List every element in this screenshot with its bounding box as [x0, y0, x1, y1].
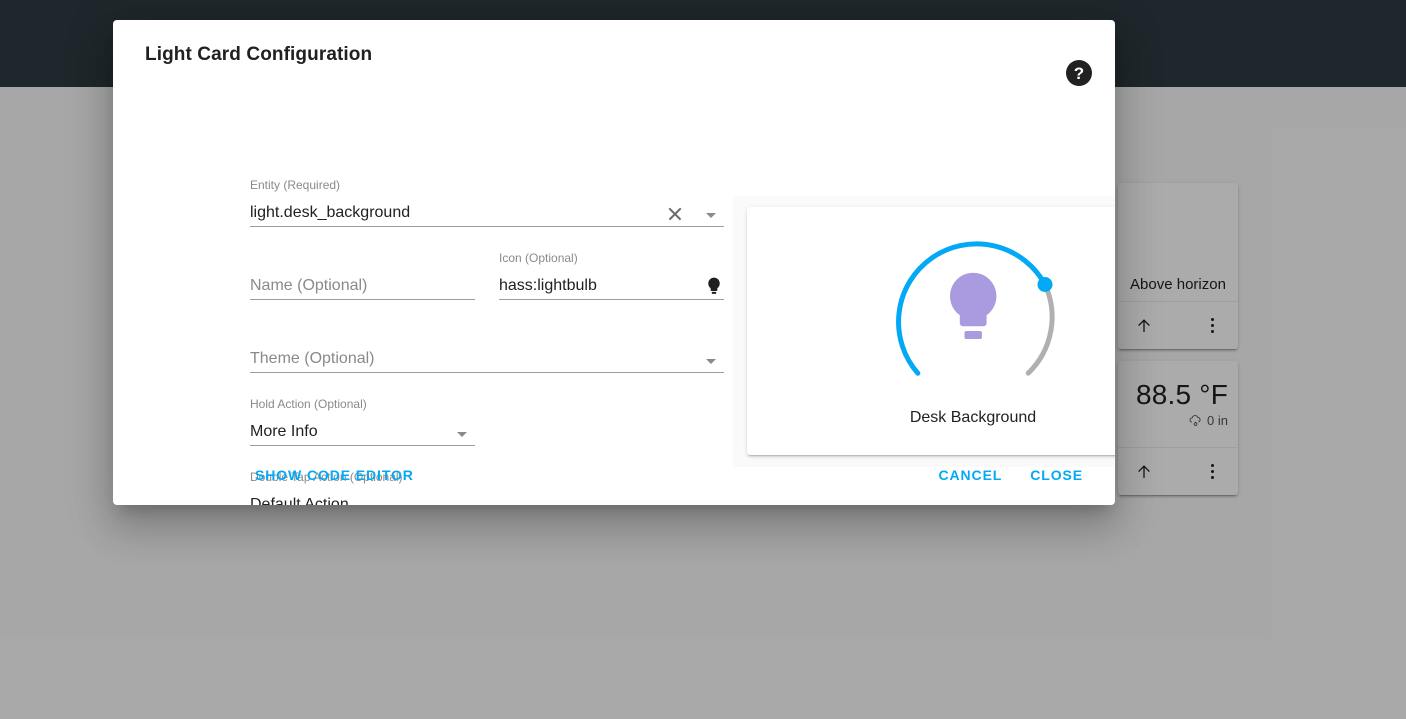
hold-action-label: Hold Action (Optional)	[250, 397, 367, 411]
show-code-editor-button[interactable]: Show Code Editor	[245, 459, 424, 491]
round-brightness-slider[interactable]	[878, 223, 1068, 413]
cancel-button[interactable]: Cancel	[929, 459, 1013, 491]
theme-field-placeholder: Theme (Optional)	[250, 350, 375, 368]
icon-field[interactable]: Icon (Optional) hass:lightbulb	[499, 268, 724, 300]
name-icon-row: Name (Optional) Icon (Optional) hass:lig…	[250, 268, 724, 300]
card-preview-panel: Desk Background	[733, 196, 1115, 467]
entity-field-value: light.desk_background	[250, 204, 410, 222]
slider-track	[1028, 285, 1052, 374]
light-card-preview[interactable]: Desk Background	[747, 207, 1115, 455]
hold-action-value: More Info	[250, 423, 318, 441]
chevron-down-icon[interactable]	[457, 432, 467, 437]
light-card-configuration-dialog: Light Card Configuration ? Entity (Requi…	[113, 20, 1115, 505]
lightbulb-icon	[950, 273, 996, 339]
dialog-header: Light Card Configuration ?	[113, 20, 1115, 90]
icon-field-value: hass:lightbulb	[499, 277, 597, 295]
lightbulb-icon	[704, 275, 724, 297]
help-icon-label: ?	[1074, 65, 1084, 82]
entity-field-label: Entity (Required)	[250, 178, 340, 192]
hold-action-field[interactable]: Hold Action (Optional) More Info	[250, 414, 475, 446]
preview-entity-name: Desk Background	[747, 409, 1115, 427]
chevron-down-icon[interactable]	[706, 359, 716, 364]
close-icon[interactable]	[666, 205, 684, 223]
dialog-content: Entity (Required) light.desk_background …	[113, 90, 1115, 445]
name-field-placeholder: Name (Optional)	[250, 277, 367, 295]
slider-handle[interactable]	[1038, 277, 1053, 292]
name-field[interactable]: Name (Optional)	[250, 268, 475, 300]
chevron-down-icon[interactable]	[706, 213, 716, 218]
dialog-title: Light Card Configuration	[145, 44, 372, 66]
entity-field[interactable]: Entity (Required) light.desk_background	[250, 195, 724, 227]
theme-field[interactable]: Theme (Optional)	[250, 341, 724, 373]
help-circle-icon[interactable]: ?	[1066, 60, 1092, 86]
app-root: Above horizon 88.5 °F	[0, 0, 1406, 719]
close-button[interactable]: Close	[1020, 459, 1093, 491]
icon-field-label: Icon (Optional)	[499, 251, 578, 265]
dialog-footer: Show Code Editor Cancel Close	[113, 445, 1115, 505]
dialog-footer-actions: Cancel Close	[929, 459, 1093, 491]
